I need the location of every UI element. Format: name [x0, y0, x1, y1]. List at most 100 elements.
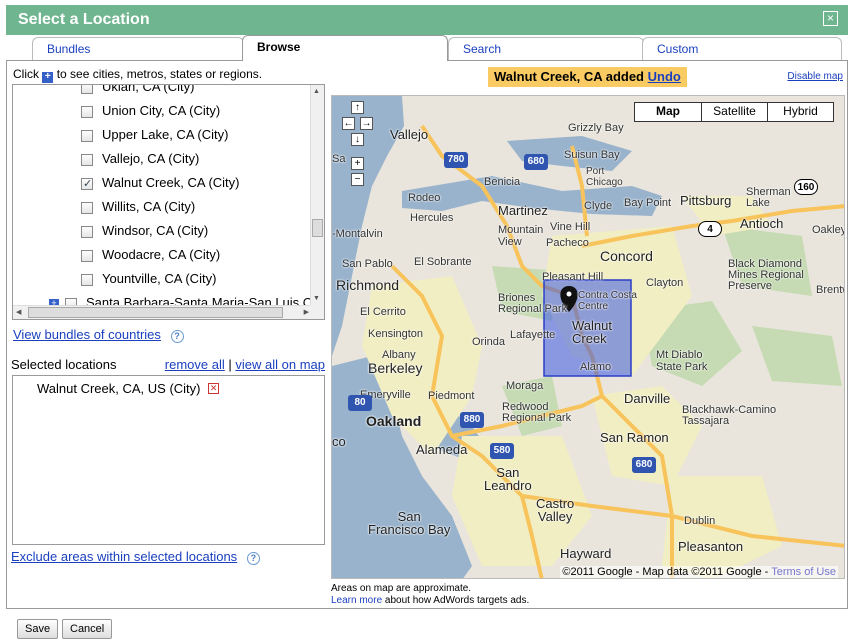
tab-bundles[interactable]: Bundles — [32, 37, 244, 61]
tree-item-label: Upper Lake, CA (City) — [102, 127, 229, 142]
map-label: Castro Valley — [536, 496, 575, 524]
map-note-line: Learn more about how AdWords targets ads… — [331, 595, 529, 607]
map-label: Danville — [624, 391, 671, 406]
tree-item[interactable]: Ukiah, CA (City) — [13, 84, 312, 101]
checkbox[interactable] — [81, 250, 93, 262]
tree-item[interactable]: Vallejo, CA (City) — [13, 149, 312, 173]
help-icon[interactable]: ? — [170, 330, 184, 343]
tab-bar: Bundles Browse Search Custom — [6, 35, 848, 61]
map-label: Rodeo — [408, 192, 441, 204]
dialog-title: Select a Location — [18, 11, 150, 28]
map-label: Kensington — [368, 328, 424, 340]
zoom-in-icon[interactable]: + — [351, 157, 364, 170]
map-label: Hayward — [560, 546, 612, 561]
tree-item-label: Willits, CA (City) — [102, 199, 196, 214]
horizontal-scrollbar[interactable]: ◀ ▶ — [13, 305, 312, 319]
terms-of-use-link[interactable]: Terms of Use — [771, 566, 836, 578]
checkbox[interactable] — [81, 154, 93, 166]
cancel-button[interactable]: Cancel — [62, 619, 113, 639]
checkbox[interactable] — [81, 85, 93, 94]
zoom-out-icon[interactable]: − — [351, 173, 364, 186]
exclude-row: Exclude areas within selected locations … — [11, 549, 260, 565]
tree-item[interactable]: Upper Lake, CA (City) — [13, 125, 312, 149]
map-note-text: about how AdWords targets ads. — [384, 595, 530, 606]
map-label: Richmond — [336, 277, 400, 293]
tab-custom[interactable]: Custom — [642, 37, 842, 61]
tree-item-label: Walnut Creek, CA (City) — [102, 175, 240, 190]
map-label: Pleasant Hill — [542, 271, 604, 283]
checkbox[interactable] — [81, 226, 93, 238]
map-label: Walnut Creek — [572, 318, 612, 346]
checkbox-checked[interactable] — [81, 177, 93, 190]
separator: | — [228, 357, 232, 372]
scroll-thumb[interactable] — [312, 219, 323, 237]
highway-shield: 680 — [524, 154, 548, 170]
map-label: Clyde — [584, 200, 613, 212]
scroll-up-icon[interactable]: ▲ — [313, 88, 320, 95]
map-label: Contra Costa Centre — [578, 290, 637, 312]
map-label: Hercules — [410, 212, 454, 224]
remove-icon[interactable]: ✕ — [208, 383, 220, 394]
map-label: Moraga — [506, 380, 544, 392]
exclude-areas-link[interactable]: Exclude areas within selected locations — [11, 549, 237, 564]
scroll-left-icon[interactable]: ◀ — [16, 308, 21, 316]
learn-more-link[interactable]: Learn more — [331, 595, 382, 606]
close-icon[interactable]: × — [823, 11, 838, 26]
map-label: Vallejo — [390, 127, 429, 142]
scroll-down-icon[interactable]: ▼ — [313, 295, 320, 302]
map-label: Alameda — [416, 442, 468, 457]
map-view[interactable]: Vallejo Grizzly Bay Suisun Bay Port Chic… — [331, 95, 845, 579]
map-label: Pittsburg — [680, 193, 732, 208]
map-label: Oakland — [366, 413, 422, 429]
tree-item-label: Ukiah, CA (City) — [102, 84, 195, 94]
help-icon[interactable]: ? — [246, 552, 260, 565]
map-label: Pleasanton — [678, 539, 744, 554]
map-type-map[interactable]: Map — [635, 103, 701, 121]
highway-shield: 580 — [490, 443, 514, 459]
checkbox[interactable] — [81, 130, 93, 142]
map-label: Dublin — [684, 515, 716, 527]
checkbox[interactable] — [81, 274, 93, 286]
remove-all-link[interactable]: remove all — [165, 357, 225, 372]
tree-item[interactable]: Willits, CA (City) — [13, 197, 312, 221]
map-label: San Pablo — [342, 258, 393, 270]
attribution-text: ©2011 Google - Map data ©2011 Google - — [562, 566, 769, 578]
undo-link[interactable]: Undo — [648, 69, 681, 84]
browse-panel: Click + to see cities, metros, states or… — [6, 60, 848, 609]
map-type-hybrid[interactable]: Hybrid — [767, 103, 833, 121]
tree-item[interactable]: Walnut Creek, CA (City) — [13, 173, 312, 197]
map-label: San Francisco Bay — [368, 509, 451, 537]
tree-item[interactable]: Windsor, CA (City) — [13, 221, 312, 245]
tree-item[interactable]: Yountville, CA (City) — [13, 269, 312, 293]
map-note-line: Areas on map are approximate. — [331, 583, 472, 594]
map-label: co — [332, 434, 346, 449]
view-all-on-map-link[interactable]: view all on map — [235, 357, 325, 372]
pan-left-icon[interactable]: ← — [342, 117, 355, 130]
tree-item-label: Windsor, CA (City) — [102, 223, 209, 238]
tree-item[interactable]: Union City, CA (City) — [13, 101, 312, 125]
highway-shield: 780 — [444, 152, 468, 168]
scroll-right-icon[interactable]: ▶ — [304, 308, 309, 316]
disable-map-link[interactable]: Disable map — [787, 71, 843, 82]
map-label: Pacheco — [546, 237, 589, 249]
location-tree[interactable]: Ukiah, CA (City) Union City, CA (City) U… — [12, 84, 325, 320]
map-type-satellite[interactable]: Satellite — [701, 103, 767, 121]
map-label: Redwood Regional Park — [502, 401, 572, 424]
map-attribution: ©2011 Google - Map data ©2011 Google - T… — [560, 566, 838, 578]
save-button[interactable]: Save — [17, 619, 59, 639]
scroll-thumb[interactable] — [28, 307, 283, 318]
view-bundles-link[interactable]: View bundles of countries — [13, 327, 161, 342]
tab-search[interactable]: Search — [448, 37, 644, 61]
checkbox[interactable] — [81, 202, 93, 214]
tree-item-label: Vallejo, CA (City) — [102, 151, 200, 166]
checkbox[interactable] — [81, 106, 93, 118]
pan-down-icon[interactable]: ↓ — [351, 133, 364, 146]
tab-browse[interactable]: Browse — [242, 35, 448, 61]
highway-shield: 4 — [698, 221, 722, 237]
tree-item[interactable]: Woodacre, CA (City) — [13, 245, 312, 269]
vertical-scrollbar[interactable]: ▲ ▼ — [310, 85, 324, 305]
map-label: Black Diamond Mines Regional Preserve — [728, 258, 804, 292]
pan-right-icon[interactable]: → — [360, 117, 373, 130]
pan-up-icon[interactable]: ↑ — [351, 101, 364, 114]
map-label: San Ramon — [600, 430, 669, 445]
